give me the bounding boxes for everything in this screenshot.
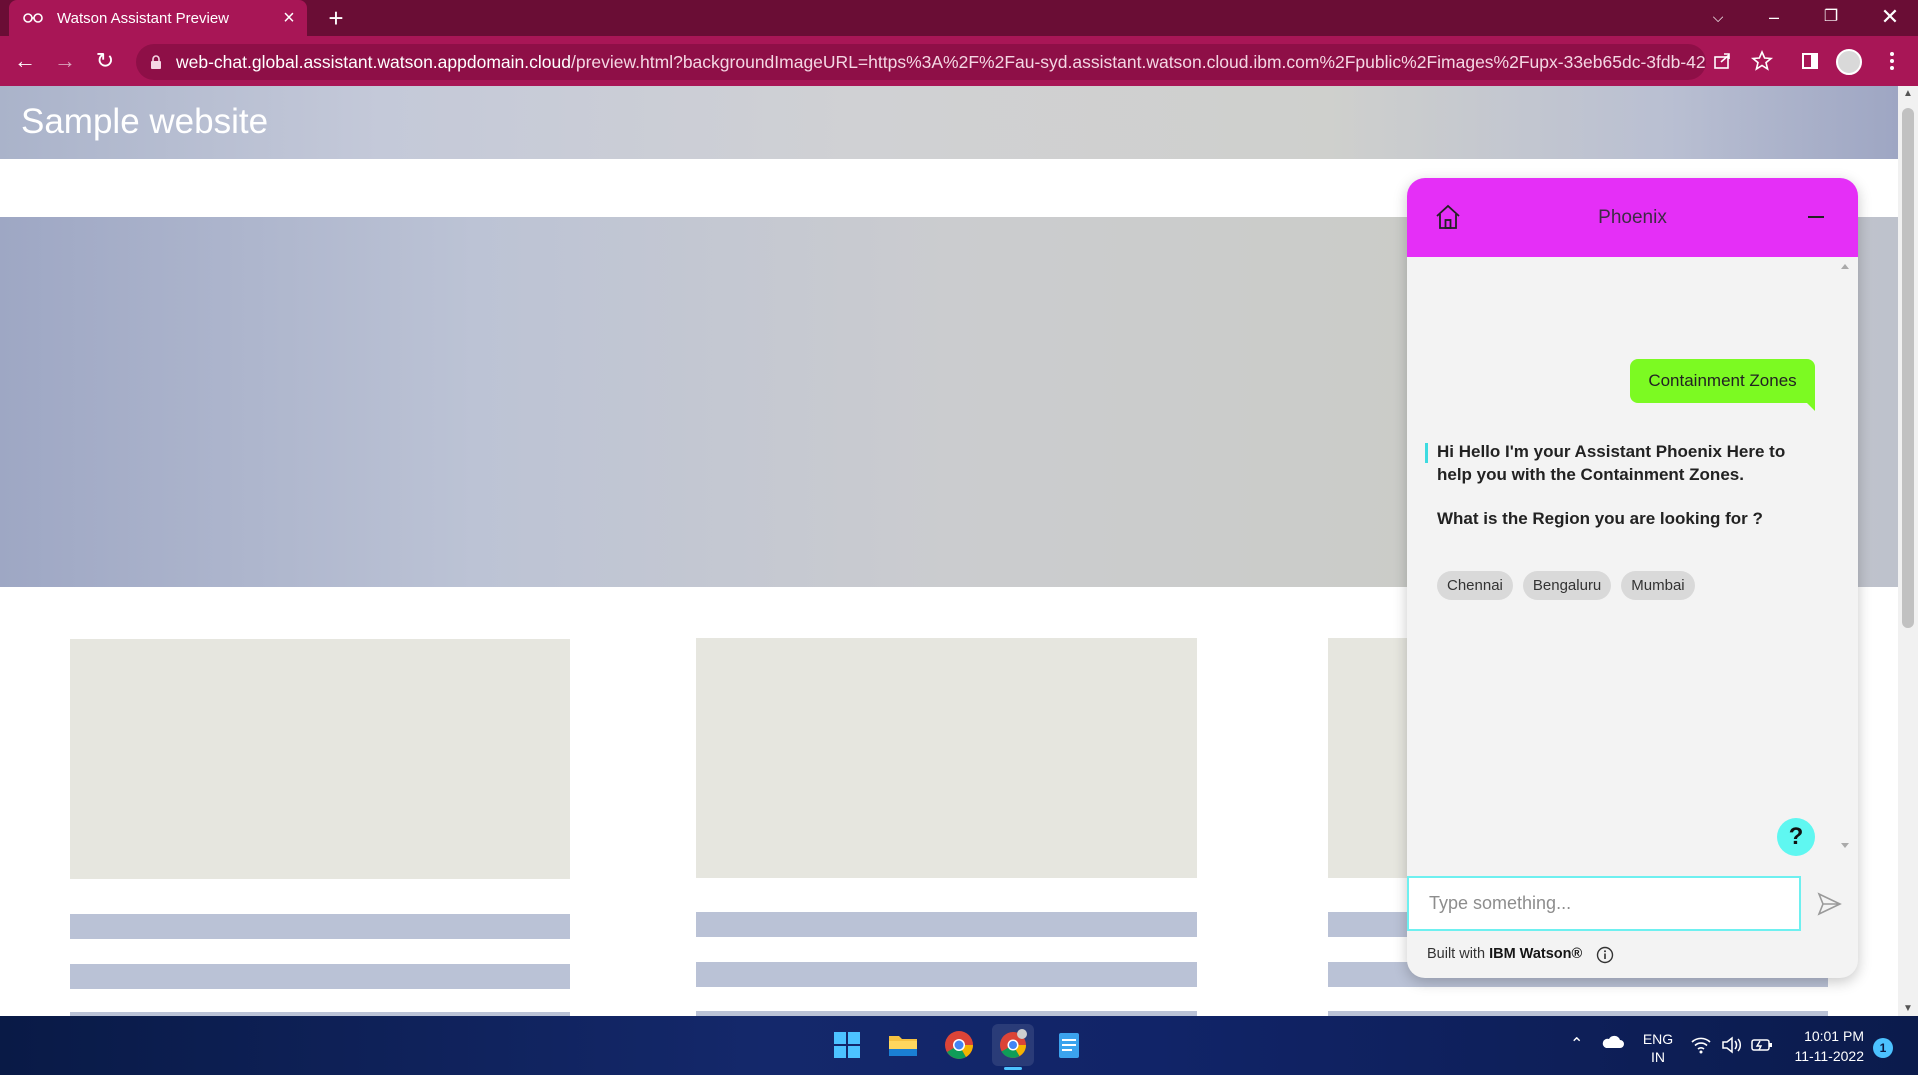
card-image-placeholder (70, 639, 570, 879)
region-code: IN (1651, 1049, 1665, 1065)
notepad-icon[interactable] (1048, 1024, 1090, 1066)
option-bengaluru[interactable]: Bengaluru (1522, 571, 1612, 600)
menu-kebab-icon[interactable] (1875, 44, 1909, 78)
volume-icon[interactable] (1720, 1036, 1742, 1057)
restore-window-icon[interactable]: ❐ (1803, 0, 1859, 36)
home-icon[interactable] (1433, 202, 1463, 232)
profile-avatar[interactable] (1836, 49, 1862, 75)
lock-icon (148, 54, 164, 70)
bot-message-accent (1425, 443, 1428, 463)
text-line-placeholder (696, 962, 1197, 987)
show-hidden-icons-icon[interactable]: ⌃ (1570, 1034, 1583, 1054)
url-path: /preview.html?backgroundImageURL=https%3… (570, 51, 1706, 72)
chat-scrollbar[interactable] (1838, 261, 1852, 851)
scroll-down-arrow-icon[interactable]: ▼ (1898, 1003, 1918, 1014)
tab-title: Watson Assistant Preview (57, 9, 230, 27)
option-mumbai[interactable]: Mumbai (1621, 571, 1695, 600)
scroll-up-arrow-icon[interactable]: ▲ (1898, 88, 1918, 99)
reload-icon[interactable]: ↻ (88, 44, 122, 78)
bookmark-star-icon[interactable] (1745, 44, 1779, 78)
chat-title: Phoenix (1598, 207, 1667, 228)
browser-tab-bar: Watson Assistant Preview × + ⌵ – ❐ ✕ (0, 0, 1918, 36)
quick-reply-options: Chennai Bengaluru Mumbai (1437, 571, 1695, 600)
card-image-placeholder (696, 638, 1197, 878)
browser-tab-active[interactable]: Watson Assistant Preview × (9, 0, 307, 36)
windows-taskbar: ⌃ ENG IN 10:01 PM 11-11-2022 (0, 1016, 1918, 1075)
chrome-icon[interactable] (938, 1024, 980, 1066)
tab-search-icon[interactable]: ⌵ (1690, 0, 1746, 36)
chat-footer: Built with IBM Watson® (1427, 946, 1582, 962)
url-host: web-chat.global.assistant.watson.appdoma… (176, 51, 571, 72)
chat-messages: Containment Zones Hi Hello I'm your Assi… (1407, 257, 1858, 855)
side-panel-icon[interactable] (1793, 44, 1827, 78)
battery-charging-icon[interactable] (1750, 1036, 1774, 1057)
notification-badge[interactable]: 1 (1873, 1038, 1893, 1058)
back-arrow-icon[interactable]: ← (8, 44, 42, 78)
chat-header: Phoenix (1407, 178, 1858, 257)
site-title: Sample website (21, 102, 269, 141)
scrollbar-thumb[interactable] (1902, 108, 1914, 628)
browser-toolbar: ← → ↻ web-chat.global.assistant.watson.a… (0, 36, 1918, 86)
system-clock[interactable]: 10:01 PM 11-11-2022 (1784, 1026, 1864, 1066)
clock-time: 10:01 PM (1804, 1028, 1864, 1044)
info-icon[interactable] (1596, 946, 1614, 964)
input-language-indicator[interactable]: ENG IN (1641, 1030, 1675, 1066)
send-icon[interactable] (1815, 890, 1843, 918)
chat-widget: Phoenix Containment Zones Hi Hello I'm y… (1407, 178, 1858, 978)
text-line-placeholder (70, 964, 570, 989)
watson-favicon-icon (23, 11, 43, 25)
footer-prefix: Built with (1427, 946, 1486, 962)
minimize-window-icon[interactable]: – (1746, 0, 1802, 36)
option-chennai[interactable]: Chennai (1437, 571, 1513, 600)
onedrive-cloud-icon[interactable] (1600, 1034, 1624, 1053)
help-button[interactable]: ? (1777, 818, 1815, 856)
bot-question: What is the Region you are looking for ? (1437, 509, 1763, 528)
forward-arrow-icon[interactable]: → (48, 44, 82, 78)
new-tab-icon[interactable]: + (320, 2, 352, 34)
windows-start-icon[interactable] (826, 1024, 868, 1066)
wifi-icon[interactable] (1690, 1036, 1712, 1057)
close-window-icon[interactable]: ✕ (1862, 0, 1918, 36)
footer-brand: IBM Watson® (1489, 946, 1583, 962)
text-line-placeholder (696, 912, 1197, 937)
message-input[interactable]: Type something... (1407, 876, 1801, 931)
active-app-indicator (1004, 1067, 1022, 1070)
chrome-profile-active-icon[interactable] (992, 1024, 1034, 1070)
share-icon[interactable] (1705, 44, 1739, 78)
language-code: ENG (1642, 1031, 1674, 1047)
tab-close-icon[interactable]: × (275, 7, 303, 30)
bot-message: Hi Hello I'm your Assistant Phoenix Here… (1437, 442, 1786, 484)
clock-date: 11-11-2022 (1794, 1048, 1864, 1064)
user-message-bubble: Containment Zones (1630, 359, 1815, 411)
file-explorer-icon[interactable] (882, 1024, 924, 1066)
minimize-chat-icon[interactable] (1808, 216, 1824, 218)
text-line-placeholder (70, 914, 570, 939)
page-scrollbar[interactable]: ▲ ▼ (1898, 86, 1918, 1016)
site-header: Sample website (0, 86, 1898, 159)
address-bar[interactable]: web-chat.global.assistant.watson.appdoma… (136, 44, 1706, 80)
url-text: web-chat.global.assistant.watson.appdoma… (176, 52, 1706, 73)
